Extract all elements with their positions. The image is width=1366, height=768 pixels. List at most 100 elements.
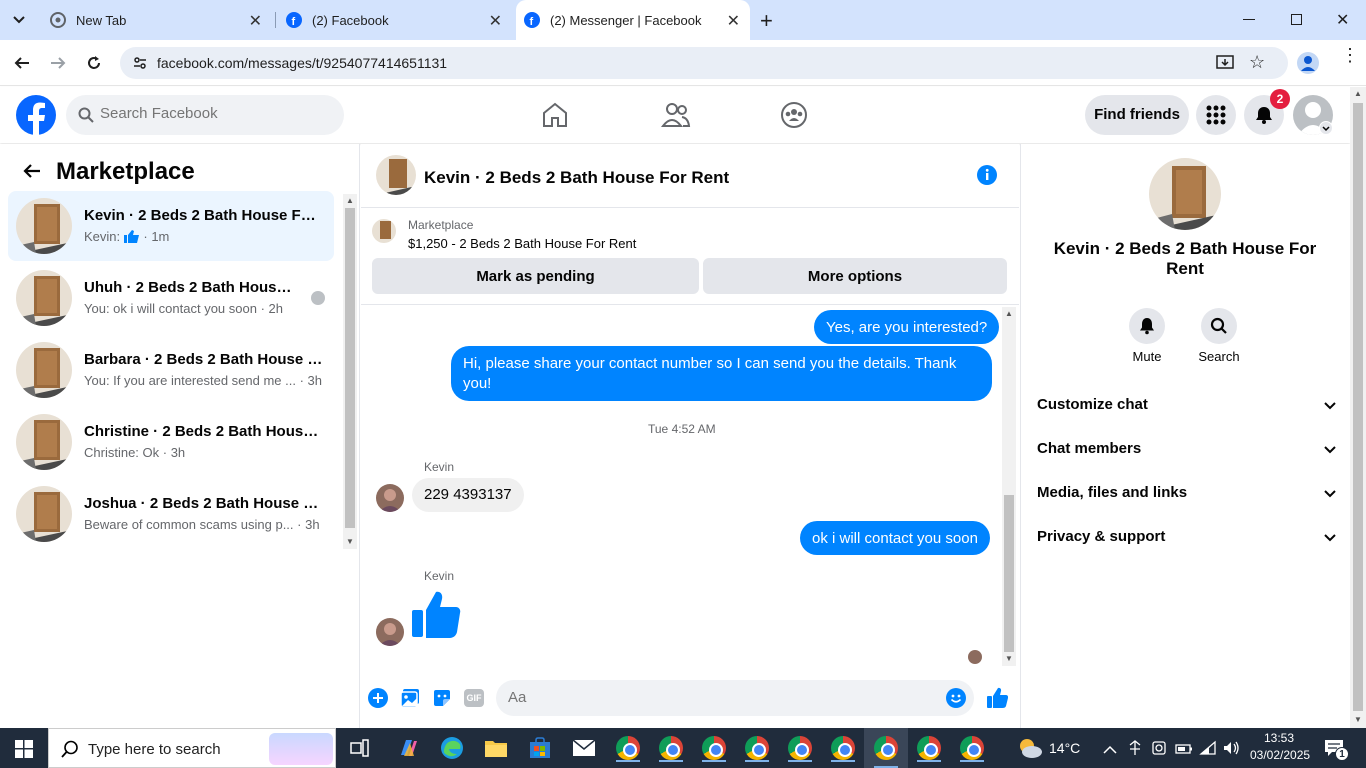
chrome-taskbar-icon[interactable]	[785, 734, 815, 762]
info-icon[interactable]	[977, 165, 997, 190]
conversation-item[interactable]: Barbara · 2 Beds 2 Bath House For Rent Y…	[8, 335, 334, 405]
mute-button[interactable]	[1129, 308, 1165, 344]
friends-icon[interactable]	[660, 101, 691, 134]
facebook-search-input[interactable]	[100, 105, 330, 122]
browser-menu-icon[interactable]: ⋮	[1341, 46, 1359, 64]
tab-new-tab[interactable]: New Tab ✕	[36, 0, 272, 40]
listing-detail[interactable]: $1,250 - 2 Beds 2 Bath House For Rent	[408, 236, 636, 251]
chrome-taskbar-icon[interactable]	[957, 734, 987, 762]
clock-date[interactable]: 03/02/2025	[1250, 748, 1310, 762]
install-app-icon[interactable]	[1216, 54, 1234, 77]
gif-icon[interactable]: GIF	[464, 689, 484, 707]
reload-icon[interactable]	[85, 54, 103, 77]
sender-avatar[interactable]	[376, 618, 404, 646]
message-bubble-outgoing[interactable]: Hi, please share your contact number so …	[451, 346, 992, 401]
restore-window-icon[interactable]	[1291, 14, 1302, 25]
message-composer[interactable]	[496, 680, 974, 716]
back-arrow-icon[interactable]	[13, 54, 31, 77]
close-tab-icon[interactable]: ✕	[727, 11, 740, 31]
chat-header-avatar[interactable]	[376, 155, 416, 195]
microsoft-store-icon[interactable]	[525, 734, 555, 762]
chat-members-section[interactable]: Chat members	[1037, 440, 1337, 464]
messages-scrollbar[interactable]: ▲ ▼	[1002, 307, 1016, 666]
task-view-icon[interactable]	[345, 734, 375, 762]
sender-avatar[interactable]	[376, 484, 404, 512]
message-bubble-outgoing[interactable]: Yes, are you interested?	[814, 310, 1000, 344]
scrollbar-thumb[interactable]	[1353, 103, 1363, 711]
minimize-window-icon[interactable]	[1243, 19, 1255, 20]
scrollbar-thumb[interactable]	[1004, 495, 1014, 652]
chrome-taskbar-icon-active[interactable]	[864, 728, 908, 768]
taskbar-search-box[interactable]: Type here to search	[48, 728, 336, 768]
emoji-icon[interactable]	[946, 688, 966, 713]
mail-icon[interactable]	[569, 734, 599, 762]
tab-messenger[interactable]: f (2) Messenger | Facebook ✕	[516, 0, 750, 40]
home-icon[interactable]	[541, 101, 569, 134]
wifi-icon[interactable]	[1199, 740, 1217, 761]
file-explorer-icon[interactable]	[481, 734, 511, 762]
weather-icon[interactable]	[1017, 736, 1043, 765]
conversation-item[interactable]: Kevin · 2 Beds 2 Bath House For Rent Kev…	[8, 191, 334, 261]
grid-menu-icon	[1206, 105, 1226, 125]
camera-icon[interactable]	[1151, 740, 1167, 761]
close-window-icon[interactable]: ✕	[1336, 10, 1349, 30]
photo-icon[interactable]	[400, 688, 420, 713]
chrome-taskbar-icon[interactable]	[656, 734, 686, 762]
message-input[interactable]	[508, 689, 928, 706]
message-bubble-outgoing[interactable]: ok i will contact you soon	[800, 521, 990, 555]
edge-icon[interactable]	[437, 734, 467, 762]
back-arrow-icon[interactable]	[22, 162, 42, 185]
forward-arrow-icon[interactable]	[49, 54, 67, 77]
conversation-list-scrollbar[interactable]: ▲ ▼	[343, 194, 357, 549]
chrome-taskbar-icon[interactable]	[742, 734, 772, 762]
chrome-taskbar-icon[interactable]	[613, 734, 643, 762]
add-more-icon[interactable]	[368, 688, 388, 713]
find-friends-button[interactable]: Find friends	[1085, 95, 1189, 135]
tab-facebook[interactable]: f (2) Facebook ✕	[276, 0, 512, 40]
tab-search-dropdown-icon[interactable]	[10, 12, 28, 28]
bookmark-star-icon[interactable]: ☆	[1249, 52, 1265, 73]
conversation-item[interactable]: Joshua · 2 Beds 2 Bath House For Rent Be…	[8, 479, 334, 549]
copilot-icon[interactable]	[393, 734, 423, 762]
media-files-links-section[interactable]: Media, files and links	[1037, 484, 1337, 508]
chrome-taskbar-icon[interactable]	[828, 734, 858, 762]
close-tab-icon[interactable]: ✕	[489, 11, 502, 31]
chrome-taskbar-icon[interactable]	[699, 734, 729, 762]
listing-thumbnail[interactable]	[372, 219, 396, 243]
address-bar[interactable]: facebook.com/messages/t/9254077414651131	[120, 47, 1288, 79]
sticker-icon[interactable]	[432, 688, 452, 713]
clock-time[interactable]: 13:53	[1264, 731, 1294, 745]
menu-button[interactable]	[1196, 95, 1236, 135]
windows-start-icon[interactable]	[15, 740, 33, 763]
contact-avatar[interactable]	[1149, 158, 1221, 230]
close-tab-icon[interactable]: ✕	[249, 11, 262, 31]
customize-chat-section[interactable]: Customize chat	[1037, 396, 1337, 420]
new-tab-icon[interactable]: +	[760, 8, 773, 34]
send-like-icon[interactable]	[986, 687, 1009, 714]
battery-icon[interactable]	[1175, 742, 1193, 760]
windows-taskbar: Type here to search 14°C 13:53 03/02/202…	[0, 728, 1366, 768]
conversation-item[interactable]: Uhuh · 2 Beds 2 Bath House For Rent You:…	[8, 263, 334, 333]
privacy-support-section[interactable]: Privacy & support	[1037, 528, 1337, 552]
profile-icon[interactable]	[1297, 52, 1319, 74]
thumbs-up-sticker-icon[interactable]	[411, 590, 461, 645]
conversation-preview: Christine: Ok · 3h	[84, 445, 186, 460]
groups-icon[interactable]	[780, 101, 808, 134]
chrome-taskbar-icon[interactable]	[914, 734, 944, 762]
page-scrollbar[interactable]: ▲ ▼	[1350, 87, 1366, 728]
site-info-icon[interactable]	[132, 55, 148, 76]
message-bubble-incoming[interactable]: 229 4393137	[412, 478, 524, 512]
more-options-button[interactable]: More options	[703, 258, 1007, 294]
volume-icon[interactable]	[1222, 740, 1240, 761]
facebook-logo-icon[interactable]	[16, 95, 56, 140]
facebook-search[interactable]	[66, 95, 344, 135]
search-conversation-button[interactable]	[1201, 308, 1237, 344]
scrollbar-thumb[interactable]	[345, 208, 355, 528]
show-hidden-icons-icon[interactable]	[1103, 742, 1117, 760]
weather-temperature[interactable]: 14°C	[1049, 740, 1080, 756]
network-usb-icon[interactable]	[1127, 740, 1143, 761]
mark-as-pending-button[interactable]: Mark as pending	[372, 258, 699, 294]
account-chevron-icon[interactable]	[1319, 121, 1333, 135]
chat-title[interactable]: Kevin · 2 Beds 2 Bath House For Rent	[424, 168, 729, 188]
conversation-item[interactable]: Christine · 2 Beds 2 Bath House For Rent…	[8, 407, 334, 477]
